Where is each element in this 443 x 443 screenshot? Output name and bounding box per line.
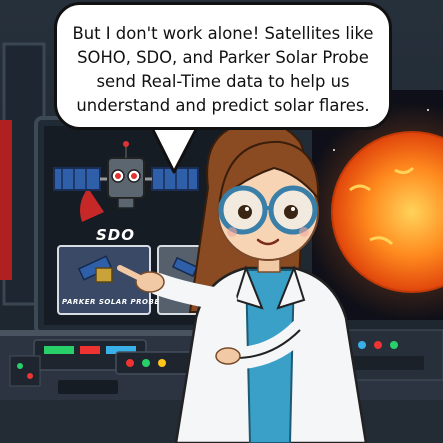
parker-solar-probe-label: PARKER SOLAR PROBE	[62, 298, 160, 306]
red-light-strip	[0, 120, 12, 280]
speech-line-1: But I don't work alone! Satellites like	[72, 24, 374, 43]
speech-line-3: send Real-Time data to help us	[96, 72, 350, 91]
speech-line-4: understand and predict solar flares.	[76, 96, 370, 115]
sdo-label: SDO	[96, 226, 136, 244]
speech-bubble-text: But I don't work alone! Satellites like …	[69, 22, 377, 118]
speech-bubble: But I don't work alone! Satellites like …	[54, 2, 392, 130]
speech-line-2: SOHO, SDO, and Parker Solar Probe	[77, 48, 369, 67]
